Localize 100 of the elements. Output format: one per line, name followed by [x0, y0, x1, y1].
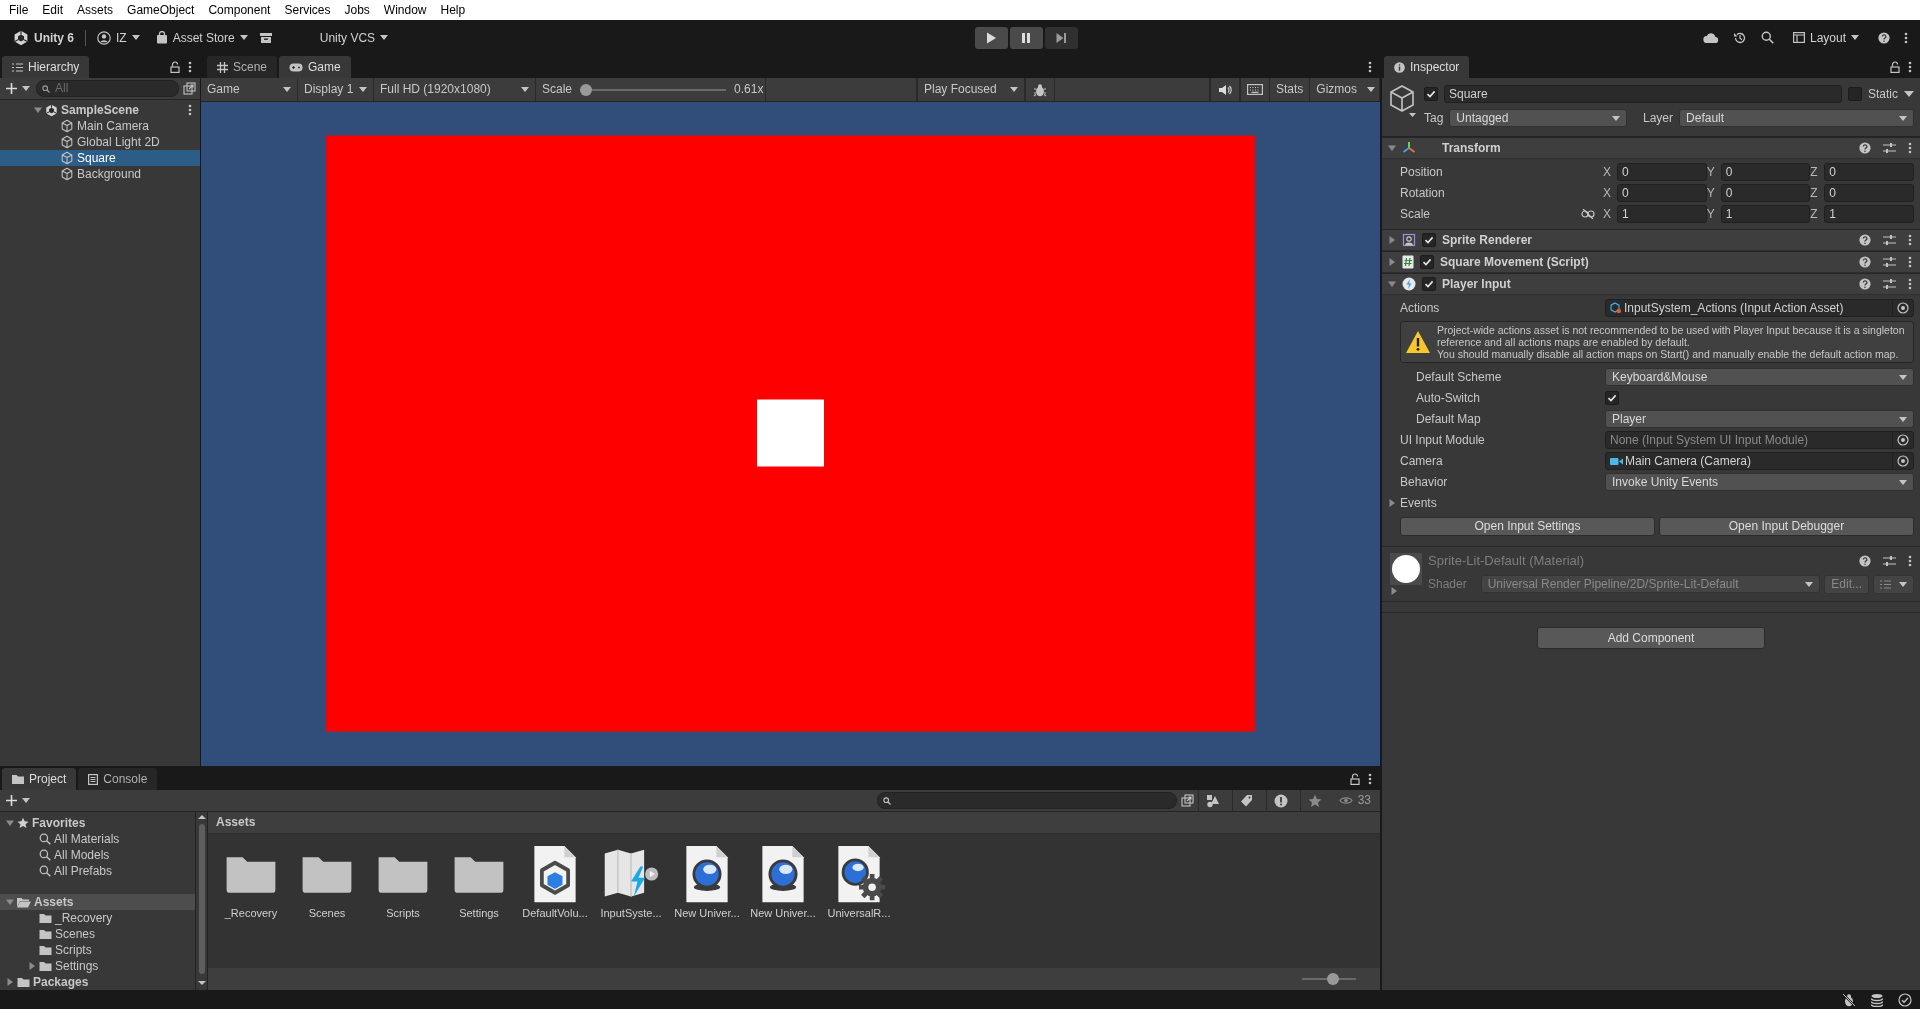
menu-item[interactable]: Help	[433, 2, 473, 18]
tree-item[interactable]: Packages	[0, 974, 195, 990]
version-control-button[interactable]: Unity VCS	[314, 28, 394, 48]
foldout-arrow-icon[interactable]	[34, 106, 42, 114]
help-icon[interactable]	[1859, 234, 1871, 246]
hidden-packages-button[interactable]: 33	[1333, 791, 1376, 810]
tree-item[interactable]: Square	[0, 150, 200, 166]
tree-item[interactable]: Global Light 2D	[0, 134, 200, 150]
history-icon[interactable]	[1732, 31, 1747, 45]
more-icon[interactable]	[1908, 61, 1912, 73]
tree-item[interactable]: _Recovery	[0, 910, 195, 926]
more-icon[interactable]	[188, 61, 192, 73]
checkbox[interactable]	[1422, 277, 1436, 291]
foldout-arrow-icon[interactable]	[1390, 587, 1398, 595]
object-picker-icon[interactable]	[1897, 434, 1909, 446]
foldout-arrow-icon[interactable]	[1388, 499, 1396, 507]
tree-item[interactable]: Favorites	[0, 815, 195, 831]
tree-item[interactable]: All Prefabs	[0, 863, 195, 879]
tree-item[interactable]: Scripts	[0, 942, 195, 958]
menu-item[interactable]: Component	[201, 2, 278, 18]
lock-icon[interactable]	[170, 61, 180, 73]
presets-icon[interactable]	[1883, 278, 1896, 290]
tree-item[interactable]: Assets	[0, 894, 195, 910]
menu-item[interactable]: File	[2, 2, 36, 18]
name-field[interactable]: Square	[1444, 85, 1842, 103]
more-icon[interactable]	[1368, 61, 1372, 73]
search-field[interactable]: All	[36, 80, 179, 97]
presets-icon[interactable]	[1883, 256, 1896, 268]
help-icon[interactable]	[1859, 142, 1871, 154]
checkbox[interactable]	[1605, 391, 1619, 405]
tab[interactable]: Hierarchy	[2, 56, 90, 78]
presets-icon[interactable]	[1883, 142, 1896, 154]
tab[interactable]: Project	[2, 768, 77, 790]
search-scope-icon[interactable]	[183, 82, 196, 95]
object-field[interactable]: None (Input System UI Input Module)	[1605, 431, 1914, 449]
caret-icon[interactable]	[1904, 91, 1914, 97]
tag-icon[interactable]	[1240, 793, 1255, 808]
number-field[interactable]: 0	[1720, 163, 1811, 181]
number-field[interactable]: 1	[1720, 205, 1811, 223]
help-icon[interactable]	[1859, 278, 1871, 290]
list-dropdown[interactable]	[1873, 574, 1914, 594]
dropdown[interactable]: Untagged	[1449, 109, 1627, 127]
tree-item[interactable]: Settings	[0, 958, 195, 974]
add-button[interactable]	[4, 83, 32, 94]
menu-item[interactable]: Window	[376, 2, 434, 18]
more-icon[interactable]	[1908, 142, 1912, 154]
object-picker-icon[interactable]	[1897, 455, 1909, 467]
pause-button[interactable]	[1009, 27, 1043, 49]
menu-item[interactable]: Edit	[35, 2, 71, 18]
bug-off-icon[interactable]	[1842, 992, 1856, 1007]
add-button[interactable]	[4, 795, 32, 806]
checkbox[interactable]	[1422, 233, 1436, 247]
tab[interactable]: Game	[279, 56, 351, 78]
checkbox[interactable]	[1420, 255, 1434, 269]
foldout-arrow-icon[interactable]	[1388, 258, 1396, 266]
help-icon[interactable]	[1859, 554, 1871, 567]
more-icon[interactable]	[1908, 278, 1912, 290]
star-icon[interactable]	[1308, 793, 1323, 808]
asset-label[interactable]: New Univer...	[674, 907, 740, 921]
asset-label[interactable]: _Recovery	[224, 907, 278, 921]
warning-filter-icon[interactable]	[1274, 793, 1289, 808]
foldout-arrow-icon[interactable]	[1388, 236, 1396, 244]
tree-item[interactable]: All Materials	[0, 831, 195, 847]
menu-item[interactable]: Assets	[70, 2, 121, 18]
number-field[interactable]: 0	[1824, 163, 1914, 181]
presets-icon[interactable]	[1883, 554, 1896, 567]
tree-item[interactable]: Main Camera	[0, 118, 200, 134]
foldout-arrow-icon[interactable]	[6, 898, 14, 906]
slider-thumb[interactable]	[1327, 973, 1340, 985]
object-picker-icon[interactable]	[1897, 302, 1909, 314]
foldout-arrow-icon[interactable]	[1388, 280, 1396, 288]
number-field[interactable]: 0	[1720, 184, 1811, 202]
bug-icon[interactable]	[1032, 82, 1047, 97]
help-icon[interactable]	[1878, 32, 1890, 44]
tab[interactable]: Scene	[207, 56, 278, 78]
object-field[interactable]: InputSystem_Actions (Input Action Asset)	[1605, 299, 1914, 317]
slider-thumb[interactable]	[580, 83, 593, 96]
dropdown[interactable]: Invoke Unity Events	[1605, 473, 1914, 491]
menu-item[interactable]: Jobs	[337, 2, 377, 18]
action-button[interactable]: Open Input Debugger	[1659, 517, 1914, 536]
tab[interactable]: Inspector	[1384, 56, 1470, 78]
tree-item[interactable]: SampleScene	[0, 102, 200, 118]
keyboard-icon[interactable]	[1246, 84, 1263, 95]
add-component-button[interactable]: Add Component	[1537, 627, 1765, 649]
asset-label[interactable]: InputSyste...	[600, 907, 662, 921]
object-field[interactable]: Main Camera (Camera)	[1605, 452, 1914, 470]
asset-label[interactable]: DefaultVolu...	[522, 907, 588, 921]
archive-icon[interactable]	[258, 32, 273, 44]
number-field[interactable]: 0	[1617, 163, 1707, 181]
breadcrumb[interactable]: Assets	[208, 812, 1380, 834]
check-circle-icon[interactable]	[1898, 992, 1912, 1007]
checkbox[interactable]	[1424, 87, 1438, 101]
help-icon[interactable]	[1859, 256, 1871, 268]
checkbox[interactable]	[1848, 87, 1862, 101]
more-icon[interactable]	[1908, 234, 1912, 246]
asset-store-button[interactable]: Asset Store	[150, 28, 253, 48]
asset-label[interactable]: Settings	[459, 907, 499, 921]
cloud-icon[interactable]	[1702, 32, 1719, 44]
lock-icon[interactable]	[1350, 773, 1360, 785]
dropdown[interactable]: Keyboard&Mouse	[1605, 368, 1914, 386]
